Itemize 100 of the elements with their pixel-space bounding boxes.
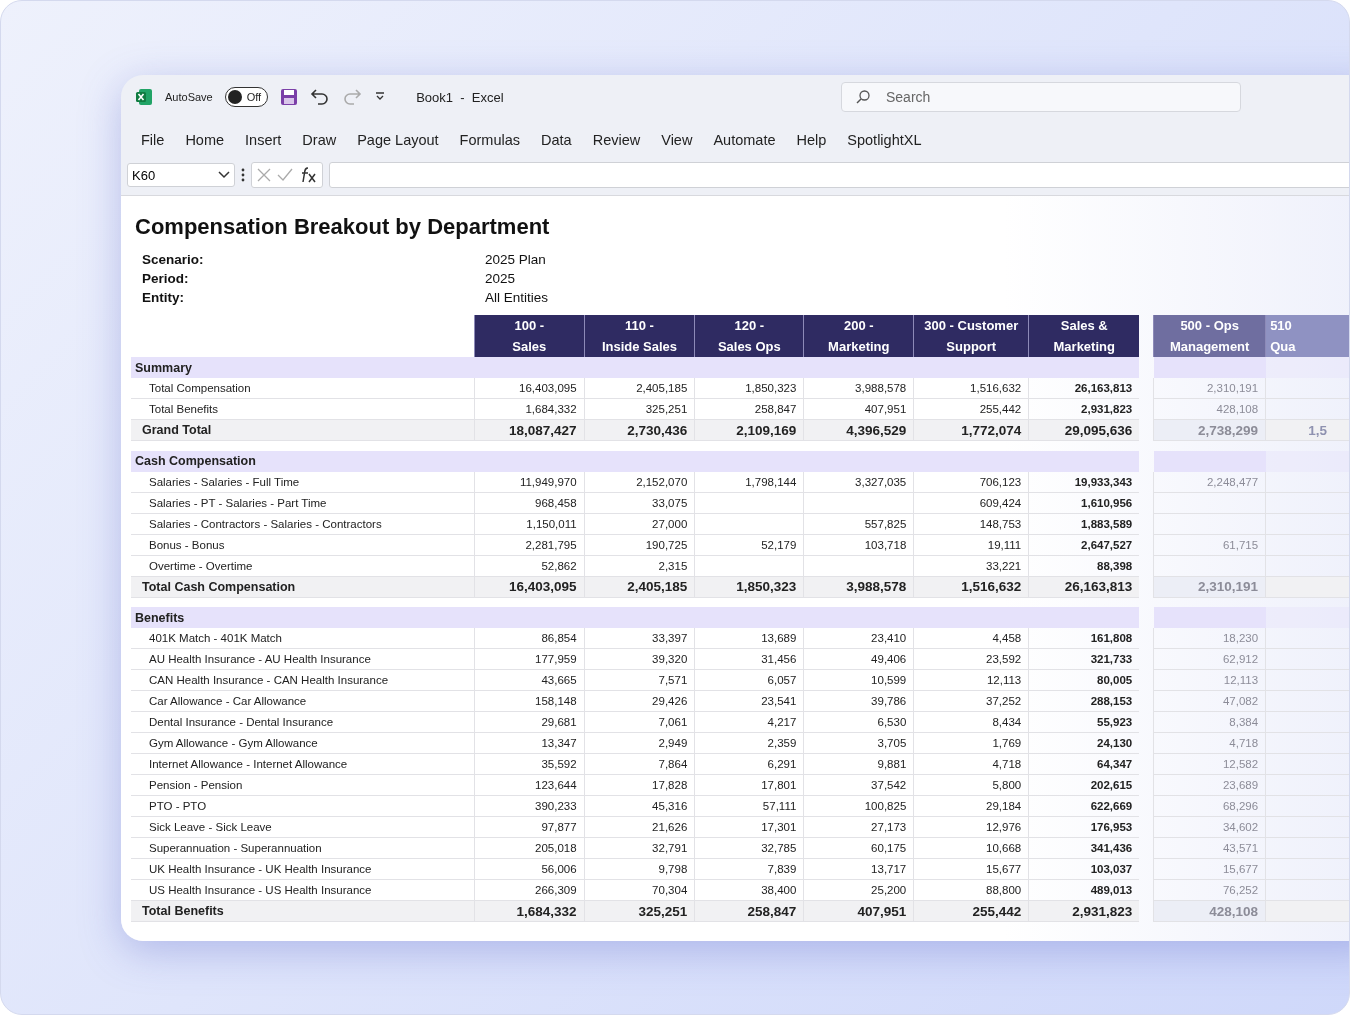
window-title: Book1 - Excel — [416, 89, 504, 105]
menu-tab[interactable]: Data — [541, 132, 572, 148]
column-header: 110 - — [584, 315, 695, 336]
table-cell: 2,738,299 — [1153, 419, 1266, 441]
table-cell: 3,988,578 — [803, 378, 914, 399]
table-cell: 27,000 — [584, 513, 695, 534]
table-cell: 47,082 — [1153, 690, 1266, 712]
table-cell: 17,301 — [694, 816, 804, 838]
table-cell: 6,291 — [694, 753, 804, 775]
more-icon[interactable] — [241, 168, 245, 182]
autosave-toggle[interactable]: Off — [224, 87, 269, 107]
table-cell: 266,309 — [474, 879, 585, 901]
menu-tab[interactable]: Draw — [302, 132, 337, 148]
table-cell: 13,689 — [694, 628, 804, 649]
table-cell: 8,384 — [1153, 711, 1266, 733]
parameter-label: Period: — [142, 271, 190, 286]
row-label: Sick Leave - Sick Leave — [131, 816, 475, 838]
table-cell: 2,152,070 — [584, 471, 695, 492]
table-cell: 38,400 — [694, 879, 804, 901]
table-cell: 7,061 — [584, 711, 695, 733]
table-cell: 43,665 — [474, 669, 585, 691]
formula-field[interactable] — [329, 162, 1349, 188]
function-icon[interactable] — [299, 167, 317, 183]
row-label: Superannuation - Superannuation — [131, 837, 475, 859]
table-cell: 68,296 — [1153, 795, 1266, 817]
menu-tab[interactable]: SpotlightXL — [847, 132, 922, 148]
table-cell: 52,179 — [694, 534, 804, 555]
table-cell: 2,310,191 — [1153, 576, 1266, 597]
menu-tab[interactable]: Home — [185, 132, 225, 148]
row-label: Total Benefits — [131, 398, 475, 420]
save-icon[interactable] — [280, 88, 299, 106]
menu-tab[interactable]: Automate — [713, 132, 776, 148]
table-cell: 23,592 — [913, 648, 1029, 670]
table-cell: 321,733 — [1028, 648, 1140, 670]
table-cell: 12,976 — [913, 816, 1029, 838]
undo-icon[interactable] — [310, 88, 331, 106]
total-label: Total Cash Compensation — [131, 576, 475, 597]
table-cell: 1,516,632 — [913, 576, 1029, 597]
table-cell: 86,854 — [474, 628, 585, 649]
table-cell: 18,230 — [1153, 628, 1266, 649]
table-cell: 24,130 — [1028, 732, 1140, 754]
table-cell: 390,233 — [474, 795, 585, 817]
table-cell: 1,850,323 — [694, 378, 804, 399]
table-cell: 557,825 — [803, 513, 914, 534]
table-cell: 12,113 — [1153, 669, 1266, 691]
table-cell: 100,825 — [803, 795, 914, 817]
table-cell: 428,108 — [1153, 398, 1266, 420]
table-cell: 103,037 — [1028, 858, 1140, 880]
row-label: CAN Health Insurance - CAN Health Insurance — [131, 669, 475, 691]
table-cell: 7,864 — [584, 753, 695, 775]
table-cell: 43,571 — [1153, 837, 1266, 859]
table-cell: 18,087,427 — [474, 419, 585, 441]
section-header: Summary — [131, 357, 475, 378]
table-cell: 1,850,323 — [694, 576, 804, 597]
table-cell: 76,252 — [1153, 879, 1266, 901]
table-cell: 8,434 — [913, 711, 1029, 733]
table-cell: 33,075 — [584, 492, 695, 513]
table-cell: 27,173 — [803, 816, 914, 838]
row-label: Salaries - Contractors - Salaries - Contractors — [131, 513, 475, 534]
table-cell: 29,095,636 — [1028, 419, 1140, 441]
table-cell: 258,847 — [694, 398, 804, 420]
menu-tab[interactable]: Review — [592, 132, 641, 148]
table-cell: 61,715 — [1153, 534, 1266, 555]
chevron-down-icon — [218, 171, 230, 179]
search-field[interactable]: Search — [841, 82, 1241, 112]
table-cell: 2,315 — [584, 555, 695, 576]
table-cell: 2,248,477 — [1153, 471, 1266, 492]
table-cell: 177,959 — [474, 648, 585, 670]
menu-tab[interactable]: Insert — [245, 132, 282, 148]
table-cell: 64,347 — [1028, 753, 1140, 775]
table-cell: 10,599 — [803, 669, 914, 691]
autosave-label: AutoSave — [165, 91, 213, 103]
table-cell: 32,791 — [584, 837, 695, 859]
parameter-value: 2025 Plan — [485, 252, 547, 267]
table-cell: 9,881 — [803, 753, 914, 775]
table-cell: 255,442 — [913, 900, 1029, 922]
table-cell: 19,111 — [913, 534, 1029, 555]
menu-tab[interactable]: Help — [796, 132, 827, 148]
table-cell: 1,883,589 — [1028, 513, 1140, 534]
table-cell: 32,785 — [694, 837, 804, 859]
menu-tab[interactable]: Page Layout — [357, 132, 439, 148]
table-cell: 13,717 — [803, 858, 914, 880]
table-cell: 407,951 — [803, 900, 914, 922]
menu-tab[interactable]: Formulas — [459, 132, 521, 148]
row-label: Salaries - PT - Salaries - Part Time — [131, 492, 475, 513]
column-header: Qua — [1265, 336, 1349, 357]
table-cell: 3,327,035 — [803, 471, 914, 492]
menu-tab[interactable]: File — [141, 132, 165, 148]
column-header: Inside Sales — [584, 336, 695, 357]
check-icon[interactable] — [277, 168, 293, 182]
name-box[interactable]: K60 — [127, 163, 235, 187]
table-cell: 55,923 — [1028, 711, 1140, 733]
table-cell: 1,684,332 — [474, 398, 585, 420]
menu-tab[interactable]: View — [661, 132, 693, 148]
table-cell: 52,862 — [474, 555, 585, 576]
table-cell: 407,951 — [803, 398, 914, 420]
table-cell: 37,542 — [803, 774, 914, 796]
table-cell: 4,396,529 — [803, 419, 914, 441]
table-cell: 4,718 — [913, 753, 1029, 775]
table-cell: 2,931,823 — [1028, 398, 1140, 420]
